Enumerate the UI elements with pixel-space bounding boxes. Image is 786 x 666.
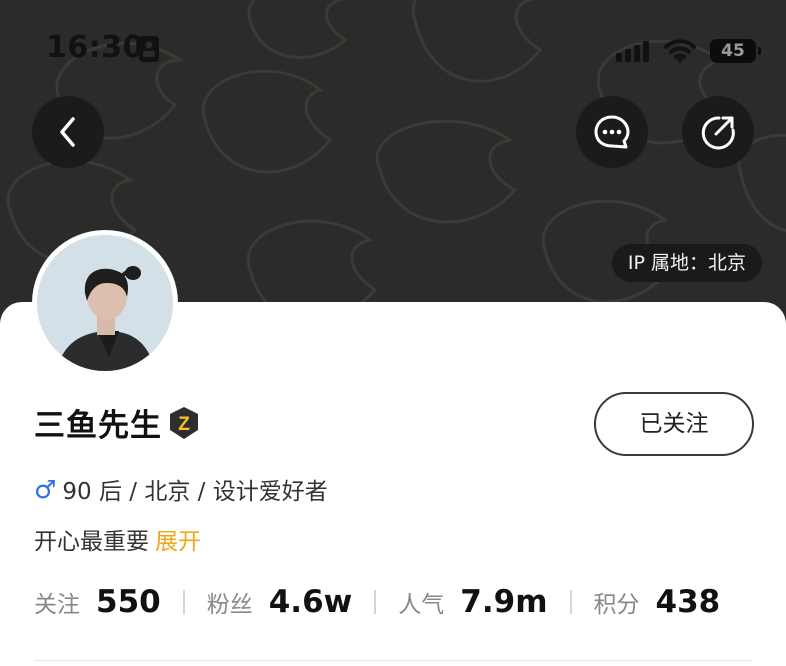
chat-bubble-icon: [594, 115, 630, 149]
stat-divider: [569, 590, 572, 614]
status-indicators: 45: [616, 36, 761, 66]
stat-popularity: 人气 7.9m: [398, 584, 547, 620]
ip-location-chip: IP 属地：北京: [611, 244, 762, 282]
follow-button[interactable]: 已关注: [594, 392, 754, 456]
stat-label: 粉丝: [206, 592, 253, 618]
profile-info: ♂ 90 后 / 北京 / 设计爱好者: [34, 472, 328, 506]
avatar: [37, 235, 173, 371]
avatar-frame[interactable]: [32, 230, 178, 376]
section-divider: [34, 660, 752, 661]
level-badge-letter: Z: [178, 414, 190, 435]
share-icon: [701, 116, 735, 150]
profile-bio: 开心最重要 展开: [34, 522, 201, 556]
stat-value: 438: [655, 584, 721, 620]
avatar-image: [37, 235, 173, 371]
wifi-icon: [664, 39, 696, 63]
male-gender-icon: ♂: [34, 474, 57, 504]
cellular-signal-icon: [616, 41, 649, 62]
stat-divider: [182, 590, 185, 614]
message-button[interactable]: [576, 96, 648, 168]
battery-indicator: 45: [710, 39, 761, 63]
stat-points: 积分 438: [594, 584, 721, 620]
level-badge-icon: Z: [170, 407, 198, 439]
bio-expand-link[interactable]: 展开: [155, 529, 201, 555]
stat-label: 积分: [593, 592, 640, 618]
stat-label: 关注: [34, 592, 80, 618]
stat-label: 人气: [398, 592, 445, 618]
profile-info-text: 90 后 / 北京 / 设计爱好者: [62, 479, 328, 505]
profile-stats: 关注 550 粉丝 4.6w 人气 7.9m 积分 438: [34, 580, 720, 624]
stat-value: 550: [96, 584, 161, 620]
bio-text: 开心最重要: [34, 529, 149, 555]
back-button[interactable]: [32, 96, 104, 168]
profile-name: 三鱼先生: [34, 408, 162, 444]
status-time: 16:30: [46, 30, 144, 65]
stat-divider: [374, 590, 377, 614]
share-button[interactable]: [682, 96, 754, 168]
chevron-left-icon: [60, 117, 75, 147]
battery-level: 45: [721, 41, 745, 61]
stat-followers[interactable]: 粉丝 4.6w: [207, 584, 353, 620]
id-card-icon: [139, 36, 159, 62]
stat-following[interactable]: 关注 550: [34, 584, 161, 620]
stat-value: 4.6w: [268, 584, 353, 620]
stat-value: 7.9m: [460, 584, 548, 620]
